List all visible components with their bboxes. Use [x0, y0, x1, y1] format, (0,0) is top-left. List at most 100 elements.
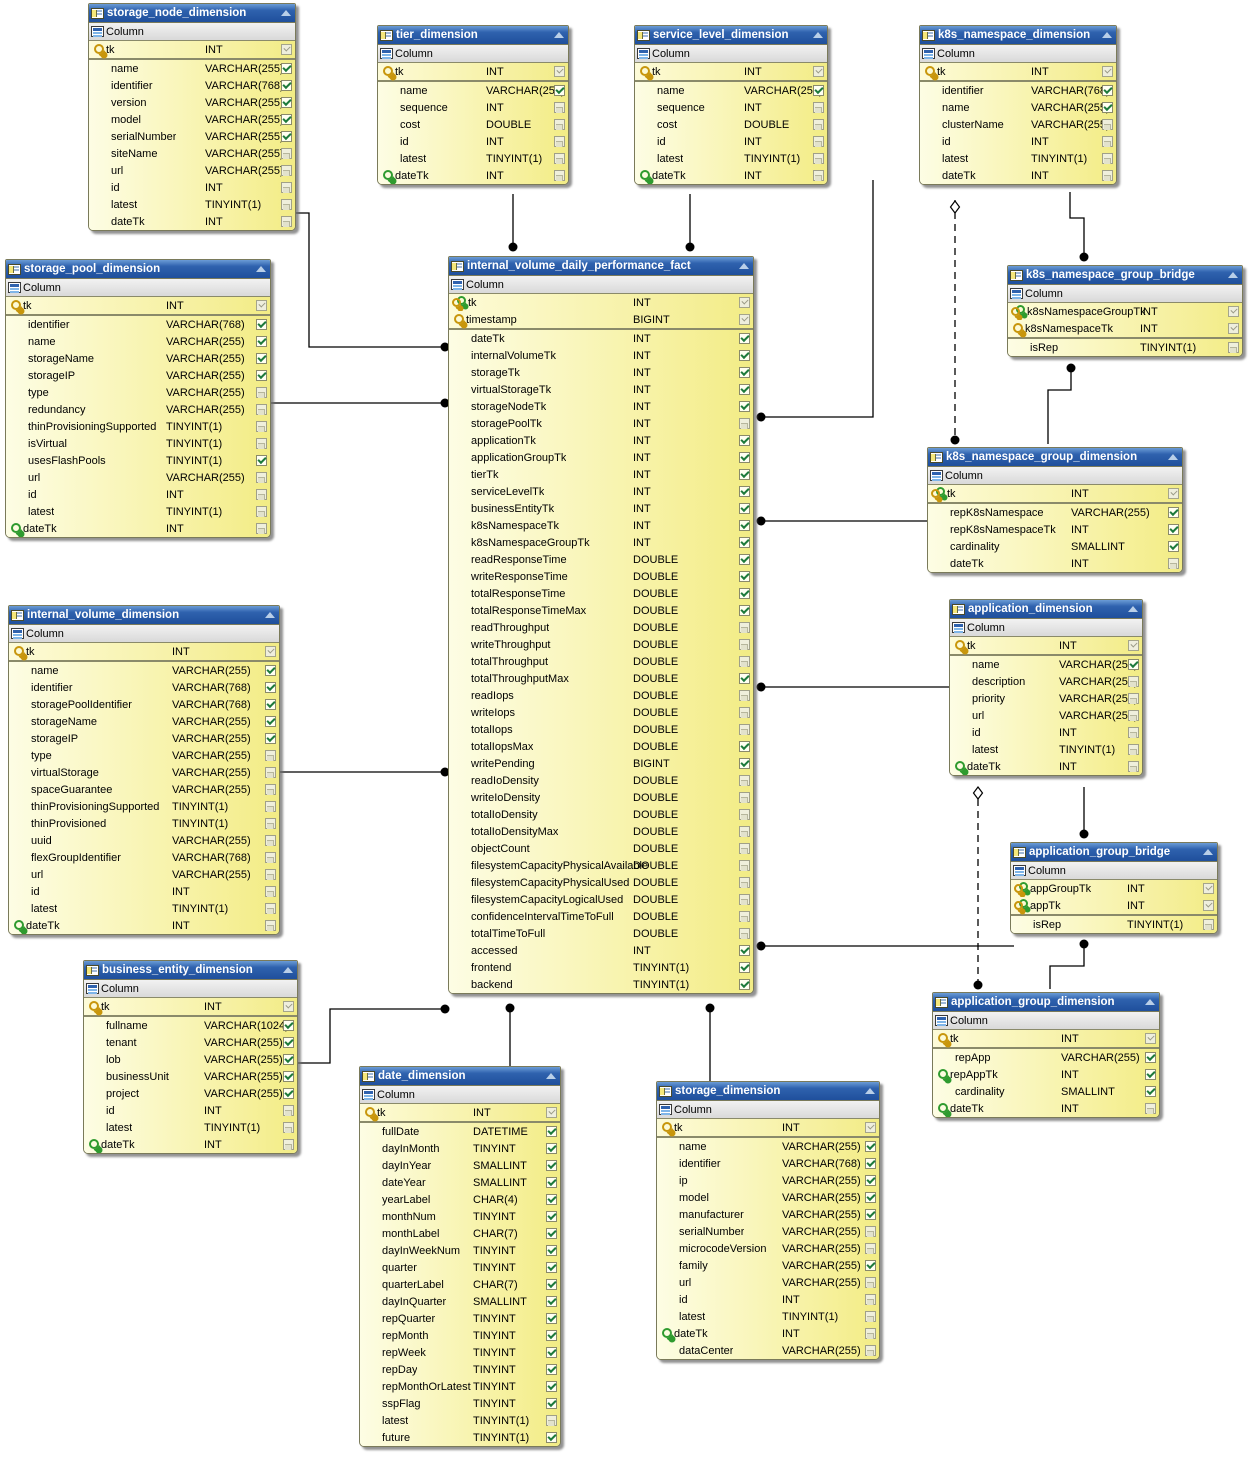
column-row[interactable]: project VARCHAR(255) — [84, 1085, 297, 1102]
column-checkbox[interactable] — [739, 297, 750, 308]
column-row[interactable]: tk INT — [657, 1119, 879, 1136]
column-checkbox[interactable] — [554, 66, 565, 77]
column-row[interactable]: tk INT — [378, 63, 568, 80]
column-row[interactable]: readThroughput DOUBLE — [449, 619, 753, 636]
column-row[interactable]: tk INT — [6, 297, 270, 314]
column-checkbox[interactable] — [256, 387, 267, 398]
column-row[interactable]: totalTimeToFull DOUBLE — [449, 925, 753, 942]
column-row[interactable]: isVirtual TINYINT(1) — [6, 435, 270, 452]
column-checkbox[interactable] — [283, 1054, 294, 1065]
column-row[interactable]: id INT — [84, 1102, 297, 1119]
column-checkbox[interactable] — [256, 421, 267, 432]
column-row[interactable]: virtualStorage VARCHAR(255) — [9, 764, 279, 781]
column-checkbox[interactable] — [739, 605, 750, 616]
column-checkbox[interactable] — [1145, 1052, 1156, 1063]
column-checkbox[interactable] — [281, 44, 292, 55]
column-row[interactable]: storagePoolIdentifier VARCHAR(768) — [9, 696, 279, 713]
collapse-chevron-up-icon[interactable] — [282, 966, 295, 975]
column-row[interactable]: frontend TINYINT(1) — [449, 959, 753, 976]
column-row[interactable]: storageTk INT — [449, 364, 753, 381]
column-checkbox[interactable] — [739, 877, 750, 888]
column-row[interactable]: totalResponseTime DOUBLE — [449, 585, 753, 602]
column-row[interactable]: latest TINYINT(1) — [920, 150, 1116, 167]
column-checkbox[interactable] — [283, 1088, 294, 1099]
table-header[interactable]: application_group_dimension — [933, 993, 1159, 1012]
table-storage_dimension[interactable]: storage_dimension Column tk INT name VARCHAR(… — [656, 1081, 880, 1360]
column-checkbox[interactable] — [554, 136, 565, 147]
column-checkbox[interactable] — [546, 1279, 557, 1290]
column-checkbox[interactable] — [546, 1347, 557, 1358]
column-row[interactable]: id INT — [950, 724, 1142, 741]
collapse-chevron-up-icon[interactable] — [1167, 453, 1180, 462]
column-checkbox[interactable] — [256, 319, 267, 330]
column-row[interactable]: thinProvisioningSupported TINYINT(1) — [9, 798, 279, 815]
column-checkbox[interactable] — [813, 66, 824, 77]
column-row[interactable]: repK8sNamespace VARCHAR(255) — [928, 504, 1182, 521]
column-row[interactable]: id INT — [9, 883, 279, 900]
column-checkbox[interactable] — [739, 314, 750, 325]
column-checkbox[interactable] — [865, 1192, 876, 1203]
table-header[interactable]: k8s_namespace_group_dimension — [928, 448, 1182, 467]
column-checkbox[interactable] — [739, 775, 750, 786]
column-row[interactable]: filesystemCapacityLogicalUsed DOUBLE — [449, 891, 753, 908]
column-row[interactable]: name VARCHAR(255) — [89, 60, 295, 77]
column-checkbox[interactable] — [546, 1313, 557, 1324]
column-checkbox[interactable] — [1128, 693, 1139, 704]
column-checkbox[interactable] — [739, 384, 750, 395]
column-row[interactable]: uuid VARCHAR(255) — [9, 832, 279, 849]
column-checkbox[interactable] — [739, 367, 750, 378]
collapse-chevron-up-icon[interactable] — [280, 9, 293, 18]
column-checkbox[interactable] — [265, 835, 276, 846]
table-business_entity_dimension[interactable]: business_entity_dimension Column tk INT full… — [83, 960, 298, 1154]
column-checkbox[interactable] — [281, 216, 292, 227]
column-row[interactable]: url VARCHAR(255) — [89, 162, 295, 179]
column-checkbox[interactable] — [546, 1330, 557, 1341]
column-checkbox[interactable] — [1145, 1103, 1156, 1114]
column-checkbox[interactable] — [256, 472, 267, 483]
column-checkbox[interactable] — [265, 682, 276, 693]
column-row[interactable]: filesystemCapacityPhysicalAvailable DOUBL… — [449, 857, 753, 874]
column-row[interactable]: confidenceIntervalTimeToFull DOUBLE — [449, 908, 753, 925]
column-checkbox[interactable] — [865, 1345, 876, 1356]
column-checkbox[interactable] — [546, 1177, 557, 1188]
column-row[interactable]: tk INT — [449, 294, 753, 311]
column-row[interactable]: businessEntityTk INT — [449, 500, 753, 517]
column-row[interactable]: tierTk INT — [449, 466, 753, 483]
column-checkbox[interactable] — [739, 724, 750, 735]
column-row[interactable]: dateTk INT — [9, 917, 279, 934]
column-checkbox[interactable] — [554, 85, 565, 96]
column-row[interactable]: dateTk INT — [378, 167, 568, 184]
column-checkbox[interactable] — [1228, 306, 1239, 317]
table-storage_node_dimension[interactable]: storage_node_dimension Column tk INT name VAR… — [88, 3, 296, 231]
collapse-chevron-up-icon[interactable] — [264, 611, 277, 620]
column-row[interactable]: dateTk INT — [449, 330, 753, 347]
collapse-chevron-up-icon[interactable] — [1227, 271, 1240, 280]
column-checkbox[interactable] — [739, 758, 750, 769]
column-checkbox[interactable] — [256, 438, 267, 449]
table-header[interactable]: service_level_dimension — [635, 26, 827, 45]
column-row[interactable]: storageIP VARCHAR(255) — [9, 730, 279, 747]
column-checkbox[interactable] — [1128, 744, 1139, 755]
column-row[interactable]: monthNum TINYINT — [360, 1208, 560, 1225]
collapse-chevron-up-icon[interactable] — [864, 1087, 877, 1096]
column-checkbox[interactable] — [739, 486, 750, 497]
column-row[interactable]: identifier VARCHAR(768) — [657, 1155, 879, 1172]
column-row[interactable]: totalThroughput DOUBLE — [449, 653, 753, 670]
column-row[interactable]: identifier VARCHAR(768) — [920, 82, 1116, 99]
column-checkbox[interactable] — [1128, 676, 1139, 687]
column-row[interactable]: isRep TINYINT(1) — [1011, 916, 1217, 933]
column-row[interactable]: id INT — [89, 179, 295, 196]
column-row[interactable]: latest TINYINT(1) — [84, 1119, 297, 1136]
column-checkbox[interactable] — [1228, 323, 1239, 334]
column-row[interactable]: id INT — [920, 133, 1116, 150]
column-row[interactable]: dateTk INT — [928, 555, 1182, 572]
table-tier_dimension[interactable]: tier_dimension Column tk INT name VARCHAR(255… — [377, 25, 569, 185]
column-checkbox[interactable] — [1102, 170, 1113, 181]
column-row[interactable]: applicationTk INT — [449, 432, 753, 449]
column-checkbox[interactable] — [813, 170, 824, 181]
column-row[interactable]: type VARCHAR(255) — [6, 384, 270, 401]
column-row[interactable]: cost DOUBLE — [378, 116, 568, 133]
collapse-chevron-up-icon[interactable] — [545, 1072, 558, 1081]
column-checkbox[interactable] — [813, 136, 824, 147]
column-row[interactable]: fullDate DATETIME — [360, 1123, 560, 1140]
